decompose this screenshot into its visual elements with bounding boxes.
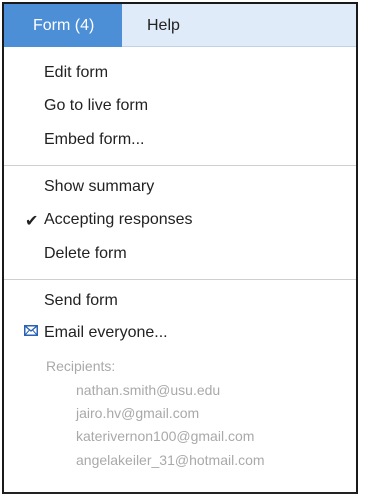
tab-help[interactable]: Help (147, 4, 180, 47)
menubar: Form (4) Help (4, 4, 356, 47)
menu-item-accepting-responses[interactable]: Accepting responses (44, 211, 193, 229)
menu-item-embed-form[interactable]: Embed form... (44, 131, 144, 149)
recipient-item: katerivernon100@gmail.com (76, 428, 255, 444)
menu-item-email-everyone[interactable]: Email everyone... (44, 324, 168, 342)
menu-item-show-summary[interactable]: Show summary (44, 178, 154, 196)
menu-item-delete-form[interactable]: Delete form (44, 245, 127, 263)
recipients-label: Recipients: (46, 358, 116, 374)
recipient-item: angelakeiler_31@hotmail.com (76, 452, 265, 468)
menu-item-go-to-live-form[interactable]: Go to live form (44, 97, 148, 115)
menu-item-edit-form[interactable]: Edit form (44, 64, 108, 82)
check-icon: ✔ (25, 213, 39, 230)
tab-form[interactable]: Form (4) (4, 4, 122, 47)
menu-divider (4, 165, 356, 166)
mail-icon (24, 325, 38, 336)
menu-item-send-form[interactable]: Send form (44, 292, 118, 310)
menu-divider (4, 279, 356, 280)
form-menu-window: Form (4) Help Edit form Go to live form … (2, 2, 358, 494)
recipient-item: jairo.hv@gmail.com (76, 405, 200, 421)
recipient-item: nathan.smith@usu.edu (76, 382, 221, 398)
